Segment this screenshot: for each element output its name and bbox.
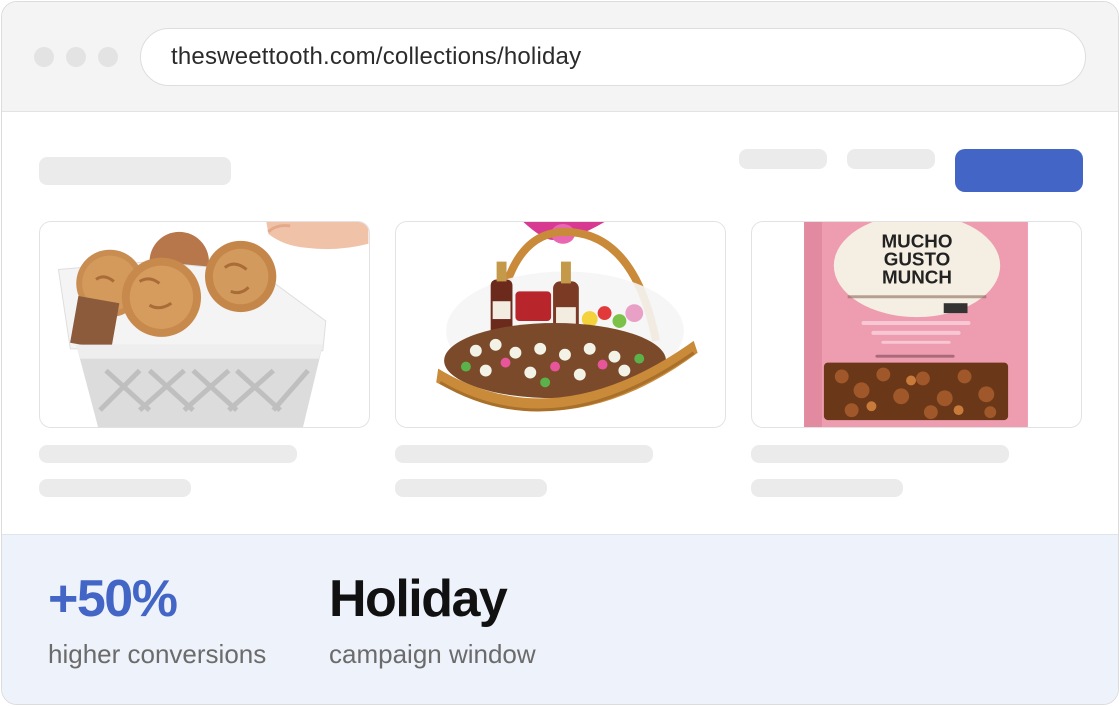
package-text: MUNCH <box>882 266 952 287</box>
product-price-placeholder <box>751 479 903 497</box>
gift-basket-image <box>396 222 725 427</box>
product-price-placeholder <box>395 479 547 497</box>
stat-label: higher conversions <box>48 639 267 669</box>
stat-value: Holiday <box>329 570 508 628</box>
window-minimize-button[interactable] <box>66 47 86 67</box>
address-bar[interactable]: thesweettooth.com/collections/holiday <box>140 28 1086 86</box>
product-card[interactable]: MUCHO GUSTO MUNCH <box>751 221 1082 428</box>
nav-link-placeholder[interactable] <box>847 149 935 169</box>
stats-panel: +50% higher conversions Holiday campaign… <box>2 534 1118 704</box>
nav-link-placeholder[interactable] <box>739 149 827 169</box>
product-title-placeholder <box>751 445 1009 463</box>
logo-placeholder <box>39 157 231 185</box>
stat-label: campaign window <box>329 639 536 669</box>
product-price-placeholder <box>39 479 191 497</box>
product-title-placeholder <box>395 445 653 463</box>
window-maximize-button[interactable] <box>98 47 118 67</box>
snack-bag-image: MUCHO GUSTO MUNCH <box>752 222 1081 427</box>
stat-value: +50% <box>48 570 178 628</box>
window-close-button[interactable] <box>34 47 54 67</box>
product-card[interactable] <box>395 221 726 428</box>
cta-button[interactable] <box>955 149 1083 192</box>
cookie-basket-image <box>40 222 369 427</box>
product-title-placeholder <box>39 445 297 463</box>
product-card[interactable] <box>39 221 370 428</box>
browser-toolbar: thesweettooth.com/collections/holiday <box>2 2 1118 112</box>
browser-window: thesweettooth.com/collections/holiday MU… <box>1 1 1119 705</box>
